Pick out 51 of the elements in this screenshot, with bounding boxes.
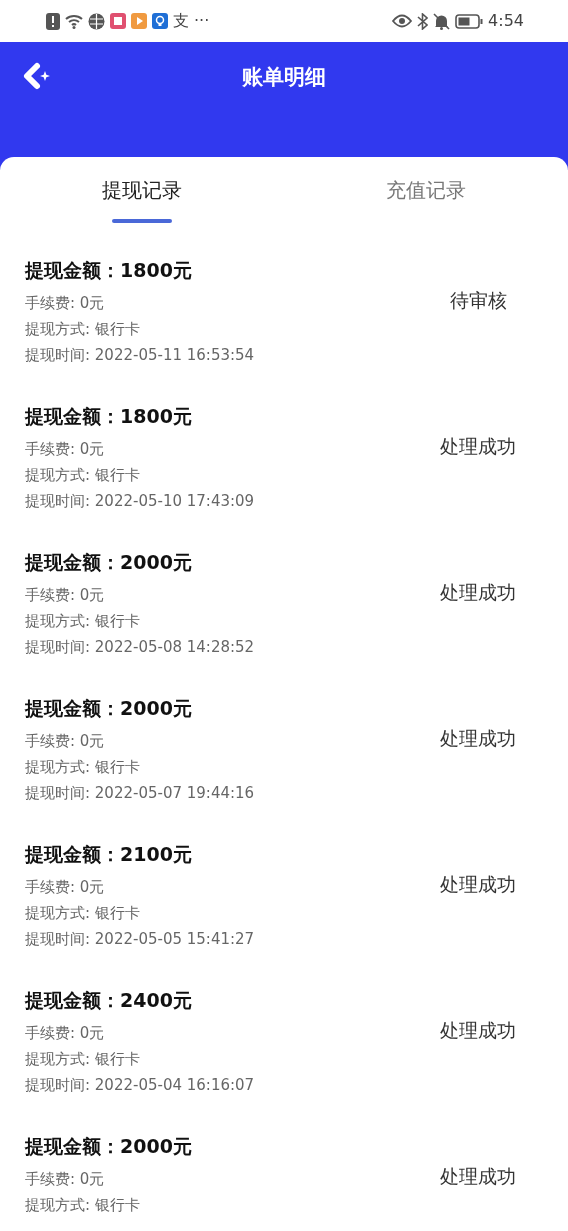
fee-text: 手续费: 0元 — [25, 439, 105, 460]
withdrawal-amount: 提现金额：1800元 — [25, 258, 192, 283]
app-icon — [110, 13, 126, 29]
fee-text: 手续费: 0元 — [25, 1169, 105, 1190]
method-text: 提现方式: 银行卡 — [25, 611, 140, 632]
method-text: 提现方式: 银行卡 — [25, 1195, 140, 1216]
page-title: 账单明细 — [242, 65, 326, 89]
method-text: 提现方式: 银行卡 — [25, 757, 140, 778]
status-text: 处理成功 — [440, 580, 516, 605]
play-icon — [131, 13, 147, 29]
fee-text: 手续费: 0元 — [25, 1023, 105, 1044]
bluetooth-icon — [417, 12, 429, 30]
status-text: 处理成功 — [440, 872, 516, 897]
fee-text: 手续费: 0元 — [25, 585, 105, 606]
tab[interactable]: 充值记录 — [386, 171, 466, 209]
clock-time: 4:54 — [488, 13, 524, 29]
time-text: 提现时间: 2022-05-08 14:28:52 — [25, 637, 255, 658]
time-text: 提现时间: 2022-05-07 19:44:16 — [25, 783, 255, 804]
method-text: 提现方式: 银行卡 — [25, 319, 140, 340]
status-text: 处理成功 — [440, 1164, 516, 1189]
fee-text: 手续费: 0元 — [25, 731, 105, 752]
withdrawal-amount: 提现金额：2000元 — [25, 1134, 192, 1159]
withdrawal-amount: 提现金额：2100元 — [25, 842, 192, 867]
method-text: 提现方式: 银行卡 — [25, 1049, 140, 1070]
withdrawal-amount: 提现金额：2400元 — [25, 988, 192, 1013]
globe-icon — [88, 12, 105, 30]
bulb-icon — [152, 13, 168, 29]
withdrawal-amount: 提现金额：1800元 — [25, 404, 192, 429]
time-text: 提现时间: 2022-05-04 16:16:07 — [25, 1075, 255, 1096]
time-text: 提现时间: 2022-05-11 16:53:54 — [25, 345, 255, 366]
notification-icon: 支 — [173, 13, 189, 29]
tab[interactable]: 提现记录 — [102, 171, 182, 209]
status-text: 处理成功 — [440, 1018, 516, 1043]
eye-icon — [392, 14, 413, 28]
alert-icon — [46, 12, 60, 30]
more-notifications: ··· — [194, 13, 210, 29]
time-text: 提现时间: 2022-05-10 17:43:09 — [25, 491, 255, 512]
withdrawal-amount: 提现金额：2000元 — [25, 550, 192, 575]
method-text: 提现方式: 银行卡 — [25, 903, 140, 924]
fee-text: 手续费: 0元 — [25, 877, 105, 898]
fee-text: 手续费: 0元 — [25, 293, 105, 314]
withdrawal-amount: 提现金额：2000元 — [25, 696, 192, 721]
back-button[interactable] — [22, 61, 52, 91]
method-text: 提现方式: 银行卡 — [25, 465, 140, 486]
time-text: 提现时间: 2022-05-05 15:41:27 — [25, 929, 255, 950]
status-text: 待审核 — [449, 288, 507, 313]
battery-icon — [455, 13, 484, 29]
wifi-icon — [65, 13, 83, 29]
status-text: 处理成功 — [440, 434, 516, 459]
status-text: 处理成功 — [440, 726, 516, 751]
muted-bell-icon — [433, 12, 451, 30]
